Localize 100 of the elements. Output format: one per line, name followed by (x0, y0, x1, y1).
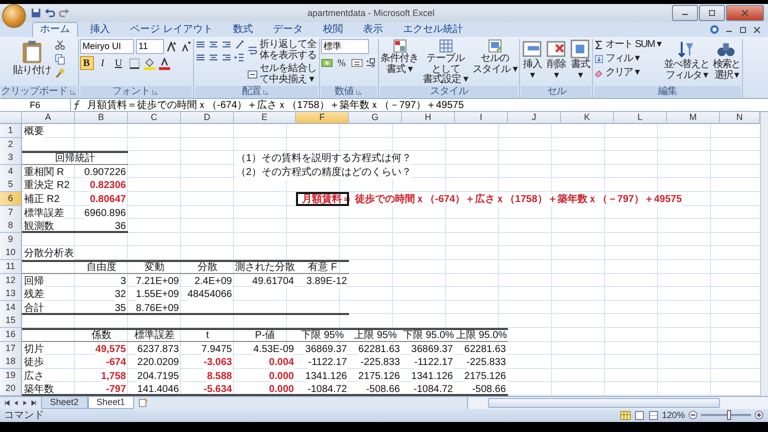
launcher-icon[interactable] (354, 88, 362, 96)
paste-button[interactable]: 貼り付け (12, 39, 52, 76)
row-header[interactable]: 6 (0, 192, 22, 206)
next-sheet-icon[interactable] (21, 398, 29, 407)
row-header[interactable]: 18 (0, 355, 22, 370)
launcher-icon[interactable] (68, 88, 76, 96)
row-header[interactable]: 2 (0, 138, 22, 152)
row-header[interactable]: 14 (0, 300, 22, 315)
help-icon[interactable] (709, 24, 720, 35)
editing-button[interactable]: オート SUM ▾ (594, 39, 661, 51)
column-header[interactable]: I (455, 112, 508, 124)
launcher-icon[interactable] (151, 88, 159, 96)
normal-view-icon[interactable] (620, 410, 631, 421)
comma-icon[interactable] (350, 57, 362, 69)
row-header[interactable]: 4 (0, 164, 22, 179)
sheet-tab[interactable]: Sheet2 (41, 396, 88, 409)
office-button[interactable] (2, 4, 26, 28)
page-layout-icon[interactable] (634, 410, 645, 421)
align-top-icon[interactable] (194, 39, 206, 50)
first-sheet-icon[interactable] (3, 398, 11, 407)
vertical-scrollbar[interactable] (760, 112, 768, 396)
horizontal-scrollbar[interactable] (467, 396, 768, 409)
scissors-icon[interactable] (54, 39, 66, 51)
column-header[interactable]: H (402, 112, 455, 124)
align-bottom-icon[interactable] (220, 39, 232, 50)
ribbon-tab[interactable]: ホーム (32, 22, 78, 37)
redo-icon[interactable] (58, 7, 70, 19)
page-break-icon[interactable] (648, 410, 659, 421)
new-sheet-icon[interactable] (138, 398, 148, 408)
align-center-icon[interactable] (208, 52, 218, 63)
number-format-field[interactable]: 標準 (320, 39, 368, 54)
column-header[interactable]: E (234, 112, 296, 124)
ribbon-tab[interactable]: 数式 (224, 22, 261, 37)
row-header[interactable]: 16 (0, 328, 22, 342)
column-header[interactable]: D (181, 112, 234, 124)
restore-icon[interactable] (738, 24, 748, 34)
row-header[interactable]: 17 (0, 342, 22, 356)
column-header[interactable]: A (22, 112, 75, 124)
row-header[interactable]: 8 (0, 219, 22, 234)
editing-button[interactable]: 検索と 選択 ▾ (712, 39, 741, 81)
zoom-in-icon[interactable] (754, 410, 764, 420)
row-header[interactable]: 5 (0, 178, 22, 192)
row-header[interactable]: 3 (0, 151, 22, 166)
cell-button[interactable]: 書式 ▾ (569, 39, 592, 81)
grow-font-icon[interactable] (166, 40, 178, 52)
indent-icon[interactable] (234, 52, 244, 63)
editing-button[interactable]: 並べ替えと フィルタ ▾ (662, 39, 710, 81)
cell-button[interactable]: 削除 ▾ (545, 39, 568, 81)
close-icon[interactable] (752, 24, 762, 34)
sheet-tab[interactable]: Sheet1 (88, 396, 134, 409)
zoom-level[interactable]: 120% (662, 410, 685, 420)
column-header[interactable]: J (508, 112, 561, 124)
launcher-icon[interactable] (262, 88, 270, 96)
close-button[interactable] (726, 5, 764, 21)
percent-button[interactable]: % (334, 56, 348, 70)
zoom-slider-thumb[interactable] (726, 410, 730, 420)
save-icon[interactable] (30, 7, 42, 19)
ribbon-tab[interactable]: 挿入 (82, 22, 118, 37)
font-name-field[interactable]: Meiryo UI (80, 39, 134, 54)
orientation-icon[interactable] (234, 39, 244, 50)
column-header[interactable]: M (667, 112, 720, 124)
style-button[interactable]: 条件付き 書式 ▾ (380, 39, 420, 75)
row-header[interactable]: 12 (0, 274, 22, 288)
border-icon[interactable] (128, 56, 140, 70)
previous-sheet-icon[interactable] (12, 398, 20, 407)
formula-text[interactable]: 月額賃料＝徒歩での時間ｘ（-674）＋広さｘ（1758）＋築年数ｘ（－797）＋49575 (83, 98, 464, 112)
format-toggle-button[interactable]: I (96, 56, 110, 70)
font-color-icon[interactable] (158, 56, 170, 70)
minimize-button[interactable] (672, 5, 698, 21)
column-header[interactable]: N (720, 112, 760, 124)
row-header[interactable]: 1 (0, 124, 22, 138)
ribbon-tab[interactable]: エクセル統計 (394, 22, 471, 37)
fill-bucket-icon[interactable] (142, 56, 156, 70)
editing-button[interactable]: フィル ▾ (594, 53, 661, 65)
column-header[interactable]: B (75, 112, 128, 124)
maximize-button[interactable] (699, 5, 725, 21)
column-header[interactable]: G (349, 112, 402, 124)
column-header[interactable]: K (561, 112, 614, 124)
format-toggle-button[interactable]: U (112, 56, 126, 70)
style-button[interactable]: テーブルとして 書式設定 ▾ (422, 39, 470, 86)
column-header[interactable]: L (614, 112, 667, 124)
row-header[interactable]: 19 (0, 368, 22, 383)
zoom-out-icon[interactable] (688, 410, 698, 420)
last-sheet-icon[interactable] (30, 398, 38, 407)
wrap-text-button[interactable]: 折り返して全体を表示する (246, 39, 318, 61)
row-header[interactable]: 15 (0, 314, 22, 328)
copy-icon[interactable] (54, 53, 66, 65)
ribbon-tab[interactable]: データ (264, 22, 311, 37)
align-right-icon[interactable] (220, 52, 232, 63)
row-header[interactable]: 7 (0, 206, 22, 220)
merge-center-button[interactable]: セルを結合して中央揃え ▾ (246, 63, 318, 85)
row-header[interactable]: 11 (0, 260, 22, 274)
editing-button[interactable]: クリア ▾ (594, 67, 661, 79)
ribbon-tab[interactable]: 校閲 (314, 22, 351, 37)
row-header[interactable]: 20 (0, 382, 22, 396)
align-middle-icon[interactable] (208, 39, 218, 50)
font-size-field[interactable]: 11 (136, 39, 164, 54)
row-header[interactable]: 9 (0, 232, 22, 247)
ribbon-tab[interactable]: ページ レイアウト (122, 22, 221, 37)
column-header[interactable]: F (296, 112, 349, 124)
